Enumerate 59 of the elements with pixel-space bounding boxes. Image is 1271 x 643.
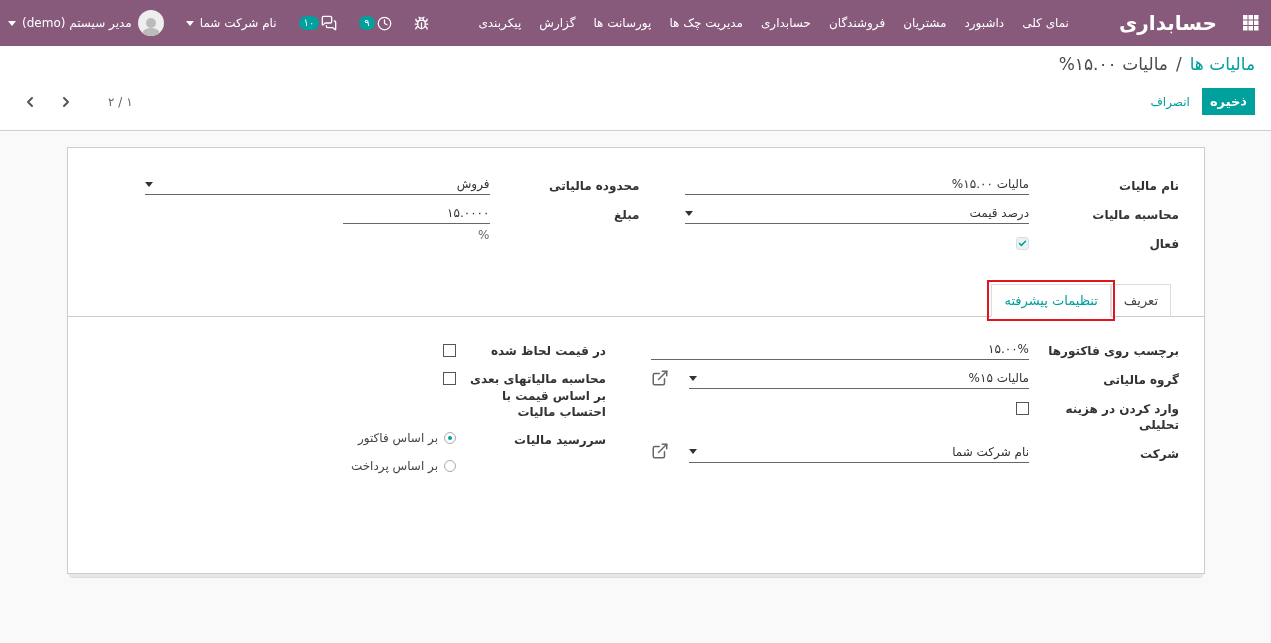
menu-item[interactable]: نمای کلی bbox=[1022, 16, 1069, 30]
caret-icon bbox=[684, 210, 693, 216]
checkbox[interactable] bbox=[1016, 402, 1029, 416]
menu-item[interactable]: پیکربندی bbox=[478, 16, 522, 30]
company-switcher[interactable]: نام شرکت شما bbox=[185, 16, 277, 30]
caret-icon bbox=[689, 449, 697, 455]
caret-icon bbox=[8, 20, 16, 26]
field-label: محاسبه مالیات bbox=[1091, 207, 1179, 224]
select-field[interactable]: نام شرکت شما bbox=[689, 439, 1029, 463]
radio-option[interactable]: بر اساس پرداخت bbox=[350, 453, 456, 478]
field-label: در قیمت لحاظ شده bbox=[489, 343, 606, 360]
bug-icon[interactable] bbox=[413, 15, 429, 31]
field-label: برچسب روی فاکتورها bbox=[1047, 343, 1179, 361]
field-label: وارد کردن در هزینه تحلیلی bbox=[1064, 401, 1179, 434]
field-label: فعال bbox=[1148, 236, 1179, 253]
menu-item[interactable]: مشتریان bbox=[903, 16, 947, 30]
menu-item[interactable]: داشبورد bbox=[964, 16, 1005, 30]
field-label: سررسید مالیات bbox=[513, 431, 606, 449]
input-field[interactable]: مالیات ۱۵.۰۰% bbox=[684, 172, 1029, 195]
input-field[interactable]: ۱۵.۰۰% bbox=[651, 337, 1029, 361]
field-label: نام مالیات bbox=[1118, 178, 1179, 195]
menu-item[interactable]: فروشندگان bbox=[828, 16, 886, 30]
field-label: مبلغ bbox=[613, 207, 640, 224]
clock-icon[interactable] bbox=[376, 15, 392, 31]
external-link-icon[interactable] bbox=[651, 368, 669, 387]
field-label: گروه مالیاتی bbox=[1102, 372, 1179, 390]
menu-item[interactable]: گزارش bbox=[539, 16, 576, 30]
field-label: محاسبه مالیاتهای بعدی بر اساس قیمت با احتساب مالیات bbox=[469, 371, 606, 420]
apps-grid-icon[interactable] bbox=[1243, 15, 1259, 31]
avatar-icon bbox=[137, 10, 164, 36]
user-menu[interactable]: مدیر سیستم (demo) bbox=[8, 10, 164, 36]
count-badge: ۹ bbox=[359, 16, 375, 30]
select-field[interactable]: فروش bbox=[145, 172, 490, 195]
breadcrumb-separator: / bbox=[1175, 54, 1182, 74]
checkbox[interactable] bbox=[443, 372, 456, 386]
external-link-icon[interactable] bbox=[651, 442, 669, 461]
input-field[interactable]: ۱۵.۰۰۰۰ bbox=[342, 201, 490, 224]
radio-option[interactable]: بر اساس فاکتور bbox=[358, 425, 456, 450]
menu-item[interactable]: مدیریت چک ها bbox=[669, 16, 743, 30]
caret-icon bbox=[145, 181, 153, 187]
tab[interactable]: تعریف bbox=[1110, 284, 1171, 318]
caret-icon bbox=[689, 375, 697, 381]
select-field[interactable]: مالیات ۱۵% bbox=[689, 366, 1029, 390]
field-label: محدوده مالیاتی bbox=[548, 178, 640, 195]
save-button[interactable]: ذخیره bbox=[1201, 88, 1255, 115]
select-field[interactable]: درصد قیمت bbox=[684, 201, 1029, 224]
field-label: شرکت bbox=[1139, 445, 1179, 463]
count-badge: ۱۰ bbox=[298, 16, 320, 30]
app-title: حسابداری bbox=[1118, 11, 1217, 35]
discard-button[interactable]: انصراف bbox=[1146, 88, 1194, 115]
checkbox[interactable] bbox=[443, 344, 456, 358]
pager-value: ۱ / ۲ bbox=[108, 94, 133, 109]
record-title: مالیات ۱۵.۰۰% bbox=[1058, 54, 1168, 74]
breadcrumb-link[interactable]: مالیات ها bbox=[1189, 54, 1255, 74]
menu-item[interactable]: حسابداری bbox=[760, 16, 811, 30]
caret-icon bbox=[185, 20, 194, 26]
unit-text: % bbox=[478, 228, 490, 242]
menu-item[interactable]: پورسانت ها bbox=[593, 16, 652, 30]
chat-icon[interactable] bbox=[321, 15, 338, 31]
